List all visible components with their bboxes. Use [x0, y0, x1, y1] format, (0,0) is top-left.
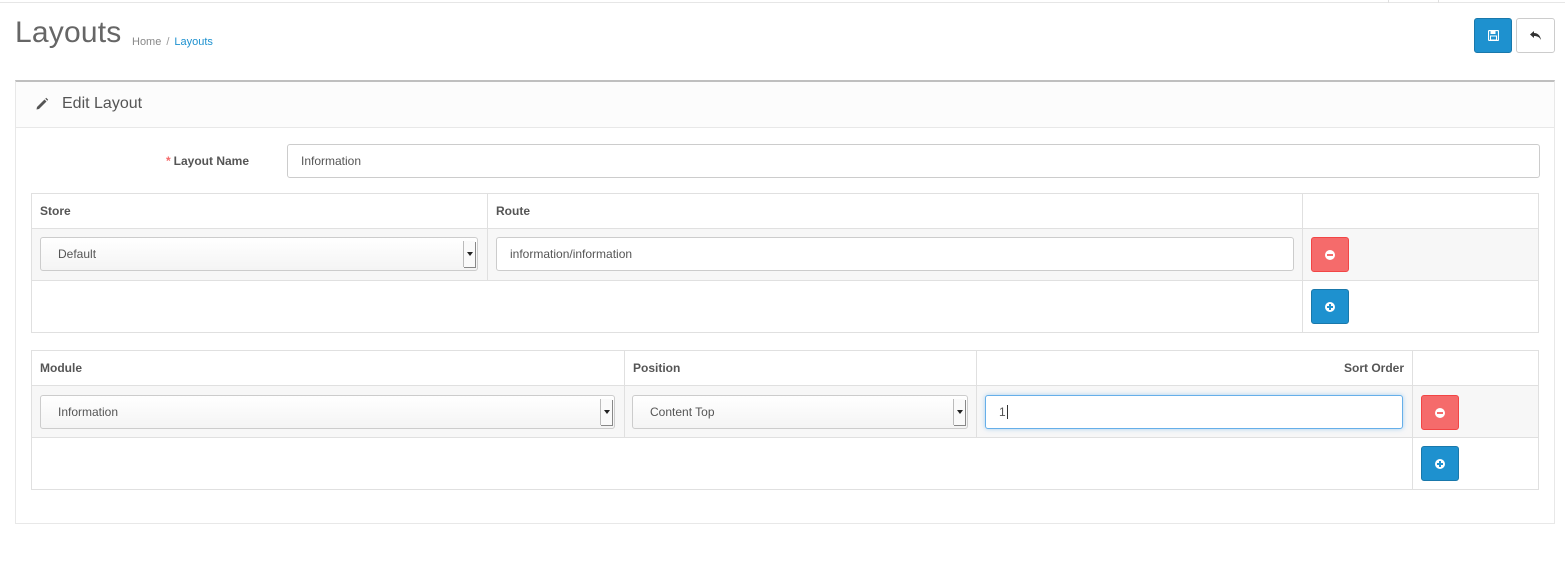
routes-footer-spacer — [31, 280, 1303, 333]
edit-layout-panel: Edit Layout * Layout Name Information Sto… — [15, 80, 1555, 524]
store-select-value: Default — [58, 247, 97, 261]
save-icon — [1487, 30, 1499, 41]
route-value: information/information — [510, 247, 633, 261]
modules-footer-row — [31, 437, 1539, 490]
remove-module-button[interactable] — [1421, 395, 1459, 430]
layout-name-label-text: Layout Name — [173, 154, 250, 168]
top-bar-edge — [0, 0, 1565, 3]
breadcrumb-divider: / — [166, 36, 170, 48]
layout-name-input[interactable]: Information — [287, 144, 1540, 178]
module-select-value: Information — [58, 405, 119, 419]
route-input[interactable]: information/information — [496, 237, 1294, 271]
plus-circle-icon — [1435, 458, 1445, 469]
column-header-route: Route — [487, 193, 1303, 229]
column-header-actions — [1412, 350, 1539, 386]
layout-name-value: Information — [301, 154, 362, 168]
back-button[interactable] — [1516, 18, 1555, 53]
panel-title: Edit Layout — [62, 95, 143, 112]
remove-route-button[interactable] — [1311, 237, 1349, 272]
column-header-actions — [1302, 193, 1539, 229]
module-cell: Information — [31, 385, 625, 438]
store-select[interactable]: Default — [40, 237, 478, 271]
breadcrumb: Home / Layouts — [132, 36, 213, 48]
chevron-down-icon — [463, 241, 475, 267]
top-bar-divider — [1438, 0, 1439, 3]
page-title: Layouts — [15, 16, 122, 49]
position-select-value: Content Top — [650, 405, 715, 419]
column-header-position: Position — [624, 350, 977, 386]
layout-name-label: * Layout Name — [166, 154, 249, 168]
breadcrumb-home[interactable]: Home — [132, 36, 161, 48]
route-add-cell — [1302, 280, 1539, 333]
top-bar-divider — [1388, 0, 1389, 3]
add-route-button[interactable] — [1311, 289, 1349, 324]
text-cursor — [1006, 405, 1008, 419]
module-add-cell — [1412, 437, 1539, 490]
sort-order-value: 1 — [999, 405, 1006, 419]
routes-table: Store Route Default information/informat… — [31, 193, 1539, 333]
required-marker: * — [166, 154, 171, 168]
modules-footer-spacer — [31, 437, 1413, 490]
routes-header-row: Store Route — [31, 193, 1539, 229]
table-row: Information Content Top 1 — [31, 385, 1539, 438]
minus-circle-icon — [1325, 249, 1335, 260]
routes-footer-row — [31, 280, 1539, 333]
table-row: Default information/information — [31, 228, 1539, 281]
minus-circle-icon — [1435, 407, 1445, 418]
add-module-button[interactable] — [1421, 446, 1459, 481]
panel-heading: Edit Layout — [16, 82, 1554, 128]
reply-icon — [1530, 31, 1541, 40]
chevron-down-icon — [953, 399, 965, 425]
modules-table: Module Position Sort Order Information C… — [31, 350, 1539, 490]
column-header-sort-order: Sort Order — [976, 350, 1413, 386]
module-actions-cell — [1412, 385, 1539, 438]
breadcrumb-layouts[interactable]: Layouts — [174, 36, 213, 48]
route-cell: information/information — [487, 228, 1303, 281]
position-select[interactable]: Content Top — [632, 395, 968, 429]
modules-header-row: Module Position Sort Order — [31, 350, 1539, 386]
plus-circle-icon — [1325, 301, 1335, 312]
column-header-store: Store — [31, 193, 488, 229]
pencil-icon — [36, 97, 49, 110]
chevron-down-icon — [600, 399, 612, 425]
module-select[interactable]: Information — [40, 395, 615, 429]
column-header-module: Module — [31, 350, 625, 386]
store-cell: Default — [31, 228, 488, 281]
position-cell: Content Top — [624, 385, 977, 438]
save-button[interactable] — [1474, 18, 1512, 53]
route-actions-cell — [1302, 228, 1539, 281]
sort-order-cell: 1 — [976, 385, 1413, 438]
sort-order-input[interactable]: 1 — [985, 395, 1403, 429]
